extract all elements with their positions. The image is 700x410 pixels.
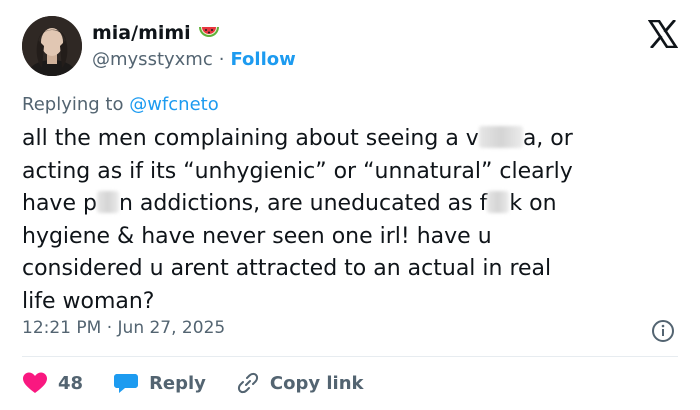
like-count: 48	[58, 372, 84, 394]
handle-row: @mysstyxmc · Follow	[92, 49, 296, 70]
tweet-text-part: n addictions, are uneducated as f	[118, 191, 488, 216]
divider	[22, 356, 678, 357]
censor-blur	[487, 191, 510, 213]
heart-icon	[23, 372, 47, 393]
display-name[interactable]: mia/mimi	[92, 22, 191, 44]
follow-button[interactable]: Follow	[230, 49, 295, 70]
reply-label: Reply	[149, 372, 206, 394]
censor-blur	[478, 126, 523, 148]
author-handle[interactable]: @mysstyxmc	[92, 49, 213, 70]
x-logo-icon[interactable]	[647, 19, 679, 49]
censor-blur	[96, 191, 119, 213]
like-button[interactable]: 48	[22, 371, 83, 395]
reply-bubble-icon	[114, 374, 139, 393]
copy-link-label: Copy link	[269, 372, 364, 394]
author-name-row: mia/mimi	[92, 22, 221, 44]
tweet-card: mia/mimi @mysstyxmc · Follow Replying to…	[0, 0, 700, 410]
replying-to: Replying to @wfcneto	[22, 94, 219, 115]
tweet-text: all the men complaining about seeing a v…	[22, 123, 682, 318]
separator-dot: ·	[218, 49, 225, 70]
reply-button[interactable]: Reply	[113, 371, 206, 395]
replying-prefix: Replying to	[22, 94, 130, 115]
tweet-text-part: all the men complaining about seeing a v	[22, 126, 479, 151]
copy-link-button[interactable]: Copy link	[236, 371, 364, 395]
avatar[interactable]	[22, 16, 82, 76]
watermelon-icon	[197, 23, 221, 43]
avatar-photo	[22, 16, 82, 76]
link-icon	[237, 372, 258, 394]
reply-mention-link[interactable]: @wfcneto	[129, 94, 219, 115]
info-icon[interactable]	[651, 319, 675, 343]
tweet-timestamp[interactable]: 12:21 PM · Jun 27, 2025	[22, 318, 225, 338]
action-bar: 48 Reply Copy link	[22, 368, 394, 398]
